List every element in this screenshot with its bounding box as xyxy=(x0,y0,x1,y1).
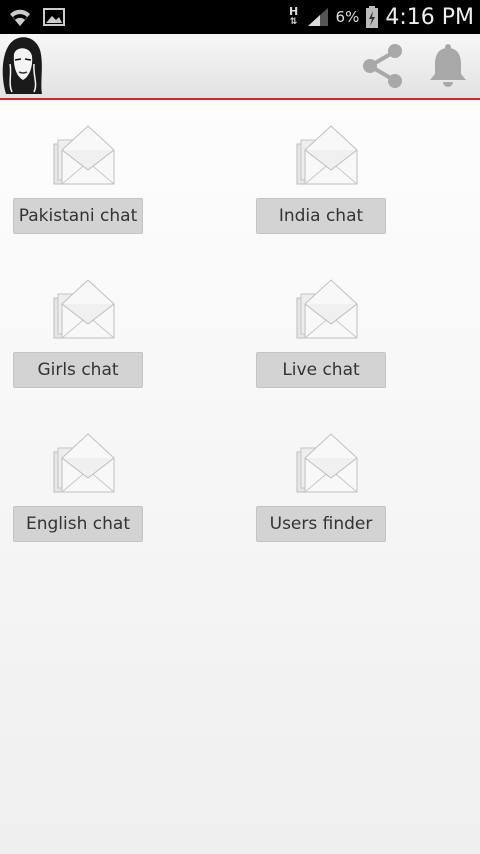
network-type: H ⇅ xyxy=(288,5,299,27)
tile-girls-chat: Girls chat xyxy=(13,276,143,396)
woman-face-logo[interactable] xyxy=(0,34,44,96)
status-left-icons xyxy=(8,6,66,28)
tile-pakistani-chat: Pakistani chat xyxy=(13,122,143,242)
live-chat-button[interactable]: Live chat xyxy=(256,352,386,388)
clock: 4:16 PM xyxy=(385,4,474,30)
envelope-icon xyxy=(296,279,358,339)
english-chat-button[interactable]: English chat xyxy=(13,506,143,542)
tile-india-chat: India chat xyxy=(256,122,386,242)
share-icon[interactable] xyxy=(358,42,408,90)
envelope-icon xyxy=(53,433,115,493)
pakistani-chat-button[interactable]: Pakistani chat xyxy=(13,198,143,234)
battery-percent: 6% xyxy=(335,8,360,26)
bell-icon[interactable] xyxy=(426,42,470,90)
girls-chat-button[interactable]: Girls chat xyxy=(13,352,143,388)
status-bar: H ⇅ 6% 4:16 PM xyxy=(0,0,480,34)
image-icon xyxy=(43,8,65,26)
tile-english-chat: English chat xyxy=(13,430,143,550)
wifi-icon xyxy=(10,9,30,26)
chat-menu-grid: Pakistani chat India chat Girls chat Liv… xyxy=(0,100,480,854)
envelope-icon xyxy=(296,125,358,185)
tile-users-finder: Users finder xyxy=(256,430,386,550)
envelope-icon xyxy=(53,125,115,185)
users-finder-button[interactable]: Users finder xyxy=(256,506,386,542)
battery-charging-icon xyxy=(366,6,379,28)
network-arrows-icon: ⇅ xyxy=(289,17,298,27)
tile-live-chat: Live chat xyxy=(256,276,386,396)
action-bar xyxy=(0,34,480,100)
india-chat-button[interactable]: India chat xyxy=(256,198,386,234)
envelope-icon xyxy=(53,279,115,339)
status-right-icons: H ⇅ 6% 4:16 PM xyxy=(288,0,474,34)
signal-icon xyxy=(307,8,328,26)
envelope-icon xyxy=(296,433,358,493)
